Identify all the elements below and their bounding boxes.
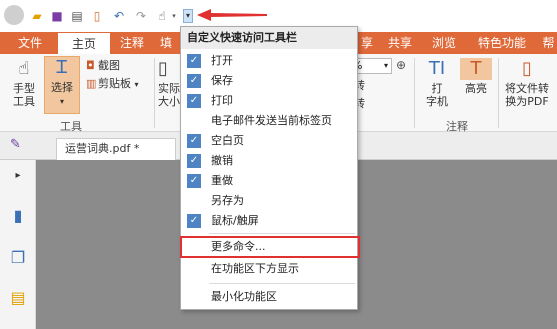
tab-comment[interactable]: 注释: [114, 32, 150, 54]
customize-quick-access-menu: 自定义快速访问工具栏 ✓ 打开 ✓ 保存 ✓ 打印 电子邮件发送当前标签页 ✓ …: [180, 26, 358, 310]
menu-item-label: 另存为: [211, 194, 244, 207]
convert-file-icon: ▯: [522, 58, 532, 79]
menu-item-label: 撤销: [211, 154, 233, 167]
print-icon[interactable]: ▤: [70, 9, 84, 23]
blank-page-icon[interactable]: ▯: [90, 9, 104, 23]
typewriter-button[interactable]: TI 打 字机: [420, 58, 454, 108]
clipboard-button[interactable]: ▥ 剪贴板 ▾: [86, 76, 139, 91]
clipboard-label: 剪贴板: [98, 77, 131, 90]
menu-item-undo[interactable]: ✓ 撤销: [181, 151, 357, 171]
tab-share[interactable]: 共享: [380, 32, 420, 54]
screenshot-icon: ◘: [86, 59, 95, 72]
comments-panel-icon[interactable]: ▤: [8, 288, 28, 308]
highlight-label: 高亮: [465, 82, 487, 95]
check-icon: ✓: [187, 74, 201, 88]
undo-icon[interactable]: ↶: [112, 9, 126, 23]
check-icon: ✓: [187, 214, 201, 228]
hand-touch-icon[interactable]: ☝: [155, 9, 169, 23]
select-tool-button[interactable]: Ꮖ 选择 ▾: [44, 56, 80, 114]
hand-tool-label-1: 手型: [13, 82, 35, 95]
tab-features[interactable]: 特色功能: [470, 32, 534, 54]
convert-to-pdf-button[interactable]: ▯ 将文件转 换为PDF: [502, 58, 552, 108]
menu-item-open[interactable]: ✓ 打开: [181, 51, 357, 71]
tab-share-partial[interactable]: 享: [360, 32, 374, 54]
select-tool-label: 选择: [51, 81, 73, 94]
menu-item-redo[interactable]: ✓ 重做: [181, 171, 357, 191]
page-icon: ▯: [158, 58, 168, 79]
tab-file[interactable]: 文件: [8, 32, 52, 54]
menu-item-label: 空白页: [211, 134, 244, 147]
menu-item-blank-page[interactable]: ✓ 空白页: [181, 131, 357, 151]
menu-item-save[interactable]: ✓ 保存: [181, 71, 357, 91]
app-window: ▰ ■ ▤ ▯ ↶ ↷ ☝ ▾ ▾ 文件 主页 注释 填 享 共享 浏览 特色功…: [0, 0, 557, 329]
menu-separator: [209, 233, 355, 234]
menu-item-mouse-touch[interactable]: ✓ 鼠标/触屏: [181, 211, 357, 231]
tab-help[interactable]: 帮: [540, 32, 557, 54]
ribbon-separator: [498, 58, 499, 128]
convert-label-2: 换为PDF: [505, 95, 549, 108]
zoom-dropdown-icon: ▾: [383, 61, 388, 70]
menu-item-label: 打印: [211, 94, 233, 107]
ribbon-separator: [414, 58, 415, 128]
document-tab[interactable]: 运营词典.pdf *: [56, 138, 176, 160]
left-navigation-panel: ▸ ▮ ❐ ▤: [0, 160, 36, 329]
open-icon[interactable]: ▰: [30, 9, 44, 23]
hand-tool-button[interactable]: ☝ 手型 工具: [6, 58, 42, 108]
screenshot-button[interactable]: ◘ 截图: [86, 58, 120, 73]
clipboard-dropdown-icon[interactable]: ▾: [135, 80, 139, 89]
highlight-button[interactable]: T 高亮: [460, 58, 492, 95]
menu-item-label: 重做: [211, 174, 233, 187]
menu-separator: [209, 283, 355, 284]
ribbon-separator: [154, 58, 155, 128]
layers-icon[interactable]: ❐: [8, 248, 28, 268]
menu-item-print[interactable]: ✓ 打印: [181, 91, 357, 111]
check-icon: ✓: [187, 154, 201, 168]
red-highlight-box-annotation: [180, 236, 360, 258]
convert-label-1: 将文件转: [505, 82, 549, 95]
screenshot-label: 截图: [98, 59, 120, 72]
check-icon: ✓: [187, 134, 201, 148]
actual-size-button[interactable]: ▯ 实际 大小: [158, 58, 180, 108]
typewriter-label-1: 打: [431, 82, 443, 95]
menu-item-label: 电子邮件发送当前标签页: [211, 114, 332, 127]
save-icon[interactable]: ■: [50, 9, 64, 23]
menu-item-label: 打开: [211, 54, 233, 67]
select-dropdown-icon[interactable]: ▾: [60, 97, 64, 106]
menu-item-label: 最小化功能区: [211, 290, 277, 303]
menu-item-email[interactable]: 电子邮件发送当前标签页: [181, 111, 357, 131]
highlight-icon: T: [460, 58, 492, 80]
check-icon: ✓: [187, 54, 201, 68]
actual-size-label-1: 实际: [158, 82, 180, 95]
menu-item-label: 鼠标/触屏: [211, 214, 259, 227]
tab-fill[interactable]: 填: [152, 32, 180, 54]
hand-icon: ☝: [18, 58, 30, 79]
text-cursor-icon: Ꮖ: [56, 57, 68, 78]
document-tab-title: 运营词典.pdf *: [65, 142, 140, 155]
menu-item-label: 在功能区下方显示: [211, 262, 299, 275]
edit-pen-icon[interactable]: ✎: [10, 138, 24, 152]
clipboard-icon: ▥: [86, 77, 97, 90]
menu-item-label: 保存: [211, 74, 233, 87]
hand-touch-dropdown-icon[interactable]: ▾: [170, 9, 178, 23]
expand-panel-icon[interactable]: ▸: [8, 166, 28, 186]
app-logo-icon: [4, 5, 24, 25]
check-icon: ✓: [187, 174, 201, 188]
redo-icon[interactable]: ↷: [134, 9, 148, 23]
hand-tool-label-2: 工具: [13, 95, 35, 108]
check-icon: ✓: [187, 94, 201, 108]
red-arrow-annotation: [197, 9, 267, 21]
tab-view[interactable]: 浏览: [424, 32, 464, 54]
menu-title: 自定义快速访问工具栏: [181, 27, 357, 49]
zoom-in-icon[interactable]: ⊕: [396, 58, 406, 72]
typewriter-icon: TI: [428, 58, 446, 79]
actual-size-label-2: 大小: [158, 95, 180, 108]
customize-toolbar-dropdown-button[interactable]: ▾: [183, 9, 193, 23]
tab-home[interactable]: 主页: [58, 32, 110, 54]
page-thumbnail-icon[interactable]: ▮: [8, 206, 28, 226]
menu-item-show-below-ribbon[interactable]: 在功能区下方显示: [181, 259, 357, 279]
menu-item-save-as[interactable]: 另存为: [181, 191, 357, 211]
menu-item-minimize-ribbon[interactable]: 最小化功能区: [181, 287, 357, 307]
typewriter-label-2: 字机: [426, 95, 448, 108]
